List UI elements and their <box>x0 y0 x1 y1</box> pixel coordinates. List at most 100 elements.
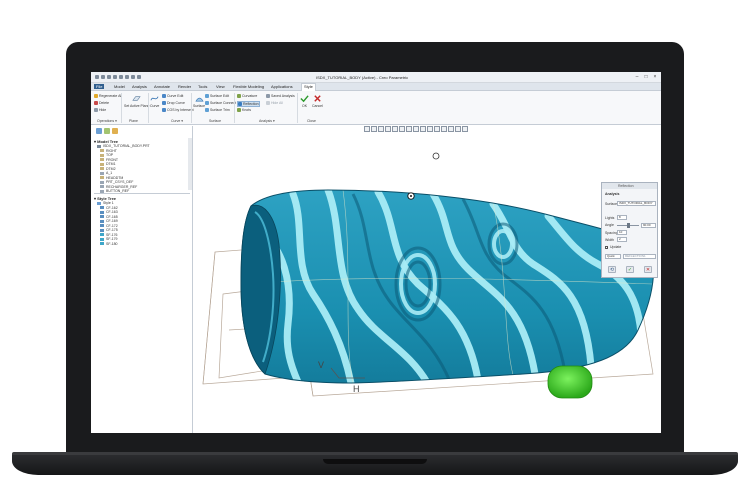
analysis-name-field[interactable]: REFLECTION1 <box>623 254 656 259</box>
saved-analysis-button[interactable]: Saved Analysis <box>266 94 295 98</box>
style-tree-item[interactable]: SF-176 <box>100 233 117 237</box>
set-active-plane-button[interactable]: Set Active Plane <box>124 94 150 108</box>
update-label: Update <box>610 245 622 249</box>
refit-icon[interactable] <box>364 126 370 132</box>
tree-item[interactable]: DTM2 <box>100 167 116 171</box>
surface-edit-button[interactable]: Surface Edit <box>205 94 229 98</box>
tab-render[interactable]: Render <box>176 84 193 89</box>
tab-annotate[interactable]: Annotate <box>152 84 172 89</box>
hide-all-button[interactable]: Hide All <box>266 101 283 105</box>
style-tree-item[interactable]: CF-169 <box>100 219 118 223</box>
plane-display-icon[interactable] <box>462 126 468 132</box>
close-window-icon[interactable] <box>137 75 141 79</box>
tree-item[interactable]: DTM1 <box>100 162 116 166</box>
style-tree-item[interactable]: CF-165 <box>100 215 118 219</box>
tab-applications[interactable]: Applications <box>269 84 295 89</box>
perspective-icon[interactable] <box>413 126 419 132</box>
style-tree-item[interactable]: Style 1 <box>97 201 114 205</box>
curve-feature-icon <box>100 219 104 223</box>
tree-item[interactable]: FRONT <box>100 158 118 162</box>
style-tree-item[interactable]: CF-175 <box>100 228 118 232</box>
grid-icon[interactable] <box>455 126 461 132</box>
update-checkbox[interactable]: ✓ <box>605 246 609 250</box>
tab-analysis[interactable]: Analysis <box>130 84 149 89</box>
datum-display-icon[interactable] <box>427 126 433 132</box>
curvature-button[interactable]: Curvature <box>237 94 257 98</box>
saved-orientations-icon[interactable] <box>392 126 398 132</box>
tab-flexible-modeling[interactable]: Flexible Modeling <box>231 84 266 89</box>
redo-icon[interactable] <box>119 75 123 79</box>
group-analysis-label[interactable]: Analysis ▾ <box>259 119 275 123</box>
repaint-icon[interactable] <box>385 126 391 132</box>
checkmark-icon: ✓ <box>627 266 633 273</box>
preview-button[interactable]: ⟲ <box>608 266 616 273</box>
delete-button[interactable]: Delete <box>94 101 109 105</box>
layers-icon[interactable] <box>448 126 454 132</box>
undo-icon[interactable] <box>113 75 117 79</box>
maximize-icon[interactable]: □ <box>643 74 649 80</box>
view-manager-icon[interactable] <box>406 126 412 132</box>
tab-file[interactable]: File <box>94 84 105 89</box>
drop-curve-button[interactable]: Drop Curve <box>162 101 185 105</box>
tree-item[interactable]: TOP <box>100 153 113 157</box>
section-icon[interactable] <box>420 126 426 132</box>
angle-field[interactable]: 90.00 <box>641 223 656 228</box>
windows-icon[interactable] <box>131 75 135 79</box>
save-icon[interactable] <box>107 75 111 79</box>
surface-connect-button[interactable]: Surface Connect <box>205 101 236 105</box>
minimize-icon[interactable]: – <box>634 74 640 80</box>
model-tree-tab-icon[interactable] <box>96 128 102 134</box>
spin-center-icon[interactable] <box>441 126 447 132</box>
open-icon[interactable] <box>101 75 105 79</box>
folder-browser-tab-icon[interactable] <box>104 128 110 134</box>
lights-field[interactable]: 8 <box>617 215 627 220</box>
tree-item[interactable]: RECHARGER_REF <box>100 185 137 189</box>
knots-button[interactable]: Knots <box>237 108 251 112</box>
curve-feature-icon <box>100 210 104 214</box>
display-style-icon[interactable] <box>399 126 405 132</box>
regenerate-icon[interactable] <box>125 75 129 79</box>
style-tree-item[interactable]: CF-162 <box>100 206 118 210</box>
style-tree-item[interactable]: CF-163 <box>100 210 118 214</box>
curve-edit-button[interactable]: Curve Edit <box>162 94 183 98</box>
tree-item[interactable]: PRT_CSYS_DEF <box>100 180 133 184</box>
zoom-in-icon[interactable] <box>371 126 377 132</box>
close-icon[interactable]: × <box>652 74 658 80</box>
tree-item[interactable]: HEADDTM <box>100 176 123 180</box>
style-tree-item[interactable]: CF-172 <box>100 224 118 228</box>
width-field[interactable]: 2 <box>617 237 627 242</box>
model-tree-scrollbar[interactable] <box>188 138 192 190</box>
group-curve-label[interactable]: Curve ▾ <box>171 119 183 123</box>
surface-collector[interactable]: ISDX_TUTORIAL_BODY <box>617 201 656 206</box>
group-operations-label[interactable]: Operations ▾ <box>97 119 117 123</box>
quick-dropdown[interactable]: Quick <box>605 254 621 259</box>
annotation-display-icon[interactable] <box>434 126 440 132</box>
tree-item[interactable]: A_1 <box>100 171 112 175</box>
tree-item[interactable]: RIGHT <box>100 149 117 153</box>
style-tree-item[interactable]: SF-180 <box>100 242 117 246</box>
zoom-out-icon[interactable] <box>378 126 384 132</box>
spacing-field[interactable]: 10 <box>617 230 627 235</box>
tab-tools[interactable]: Tools <box>196 84 209 89</box>
favorites-tab-icon[interactable] <box>112 128 118 134</box>
regenerate-button[interactable]: Regenerate All <box>94 94 122 98</box>
new-icon[interactable] <box>95 75 99 79</box>
hide-button[interactable]: Hide <box>94 108 106 112</box>
style-tree-item[interactable]: SF-179 <box>100 237 117 241</box>
cancel-button[interactable]: Cancel <box>312 94 323 108</box>
tab-model[interactable]: Model <box>112 84 127 89</box>
surface-button[interactable]: Surface <box>193 94 205 108</box>
reflection-button[interactable]: Reflection <box>237 101 260 107</box>
curve-button[interactable]: Curve <box>150 94 159 108</box>
selection-point-marker[interactable] <box>407 192 415 200</box>
graphics-viewport[interactable]: V H <box>193 134 661 433</box>
cos-by-intersect-button[interactable]: COS by Intersect <box>162 108 194 112</box>
tree-item-root[interactable]: ISDX_TUTORIAL_BODY.PRT <box>97 144 150 148</box>
green-button-surface[interactable] <box>547 365 593 399</box>
close-dialog-button[interactable]: ✕ <box>644 266 652 273</box>
apply-button[interactable]: ✓ <box>626 266 634 273</box>
tab-view[interactable]: View <box>214 84 227 89</box>
ok-button[interactable]: OK <box>300 94 309 108</box>
angle-slider-thumb[interactable] <box>627 223 630 228</box>
surface-trim-button[interactable]: Surface Trim <box>205 108 230 112</box>
